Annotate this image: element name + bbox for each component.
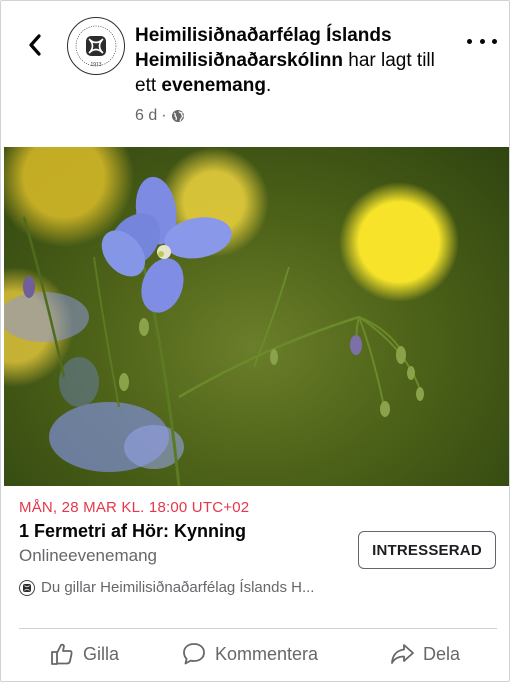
page-logo-icon xyxy=(19,579,35,596)
like-button[interactable]: Gilla xyxy=(49,641,119,667)
avatar-year: 1913 xyxy=(90,62,101,68)
post-timestamp[interactable]: 6 d xyxy=(135,107,157,125)
share-arrow-icon xyxy=(391,644,414,664)
page-name-link[interactable]: Heimilisiðnaðarfélag Íslands xyxy=(135,25,392,46)
comment-button[interactable]: Kommentera xyxy=(181,641,318,667)
post-actions: Gilla Kommentera Dela xyxy=(1,633,509,681)
chevron-left-icon xyxy=(29,34,41,56)
event-title[interactable]: 1 Fermetri af Hör: Kynning xyxy=(19,521,246,542)
share-button[interactable]: Dela xyxy=(389,641,460,667)
more-options-button[interactable] xyxy=(467,29,497,53)
meta-separator: · xyxy=(161,107,167,124)
dot-icon xyxy=(492,38,497,44)
event-cover-photo[interactable] xyxy=(4,147,509,486)
co-host-link[interactable]: Heimilisiðnaðarskólinn xyxy=(135,50,343,71)
like-label: Gilla xyxy=(83,643,120,664)
dot-icon xyxy=(467,38,472,44)
divider xyxy=(19,628,497,629)
event-type: Onlineevenemang xyxy=(19,546,157,565)
page-avatar[interactable]: 1913 xyxy=(67,17,125,75)
comment-label: Kommentera xyxy=(215,643,319,664)
post-headline: Heimilisiðnaðarfélag Íslands Heimilisiðn… xyxy=(135,23,455,98)
headline-period: . xyxy=(265,75,272,96)
globe-icon xyxy=(171,110,184,122)
post-header: 1913 Heimilisiðnaðarfélag Íslands Heimil… xyxy=(1,1,509,147)
dot-icon xyxy=(479,38,485,44)
thumbs-up-icon xyxy=(51,643,73,665)
post-card: 1913 Heimilisiðnaðarfélag Íslands Heimil… xyxy=(0,0,510,682)
share-label: Dela xyxy=(423,643,461,664)
event-date: MÅN, 28 MAR KL. 18:00 UTC+02 xyxy=(19,499,250,516)
event-word-link[interactable]: evenemang xyxy=(161,75,266,96)
flax-flower-illustration xyxy=(4,176,424,486)
post-meta: 6 d · xyxy=(135,107,185,125)
comment-icon xyxy=(183,643,205,665)
interested-button[interactable]: INTRESSERAD xyxy=(358,531,496,569)
likes-summary-text: Du gillar Heimilisiðnaðarfélag Íslands H… xyxy=(41,579,315,596)
page-logo-icon: 1913 xyxy=(70,20,122,72)
back-button[interactable] xyxy=(21,29,49,61)
likes-summary[interactable]: Du gillar Heimilisiðnaðarfélag Íslands H… xyxy=(19,579,314,596)
